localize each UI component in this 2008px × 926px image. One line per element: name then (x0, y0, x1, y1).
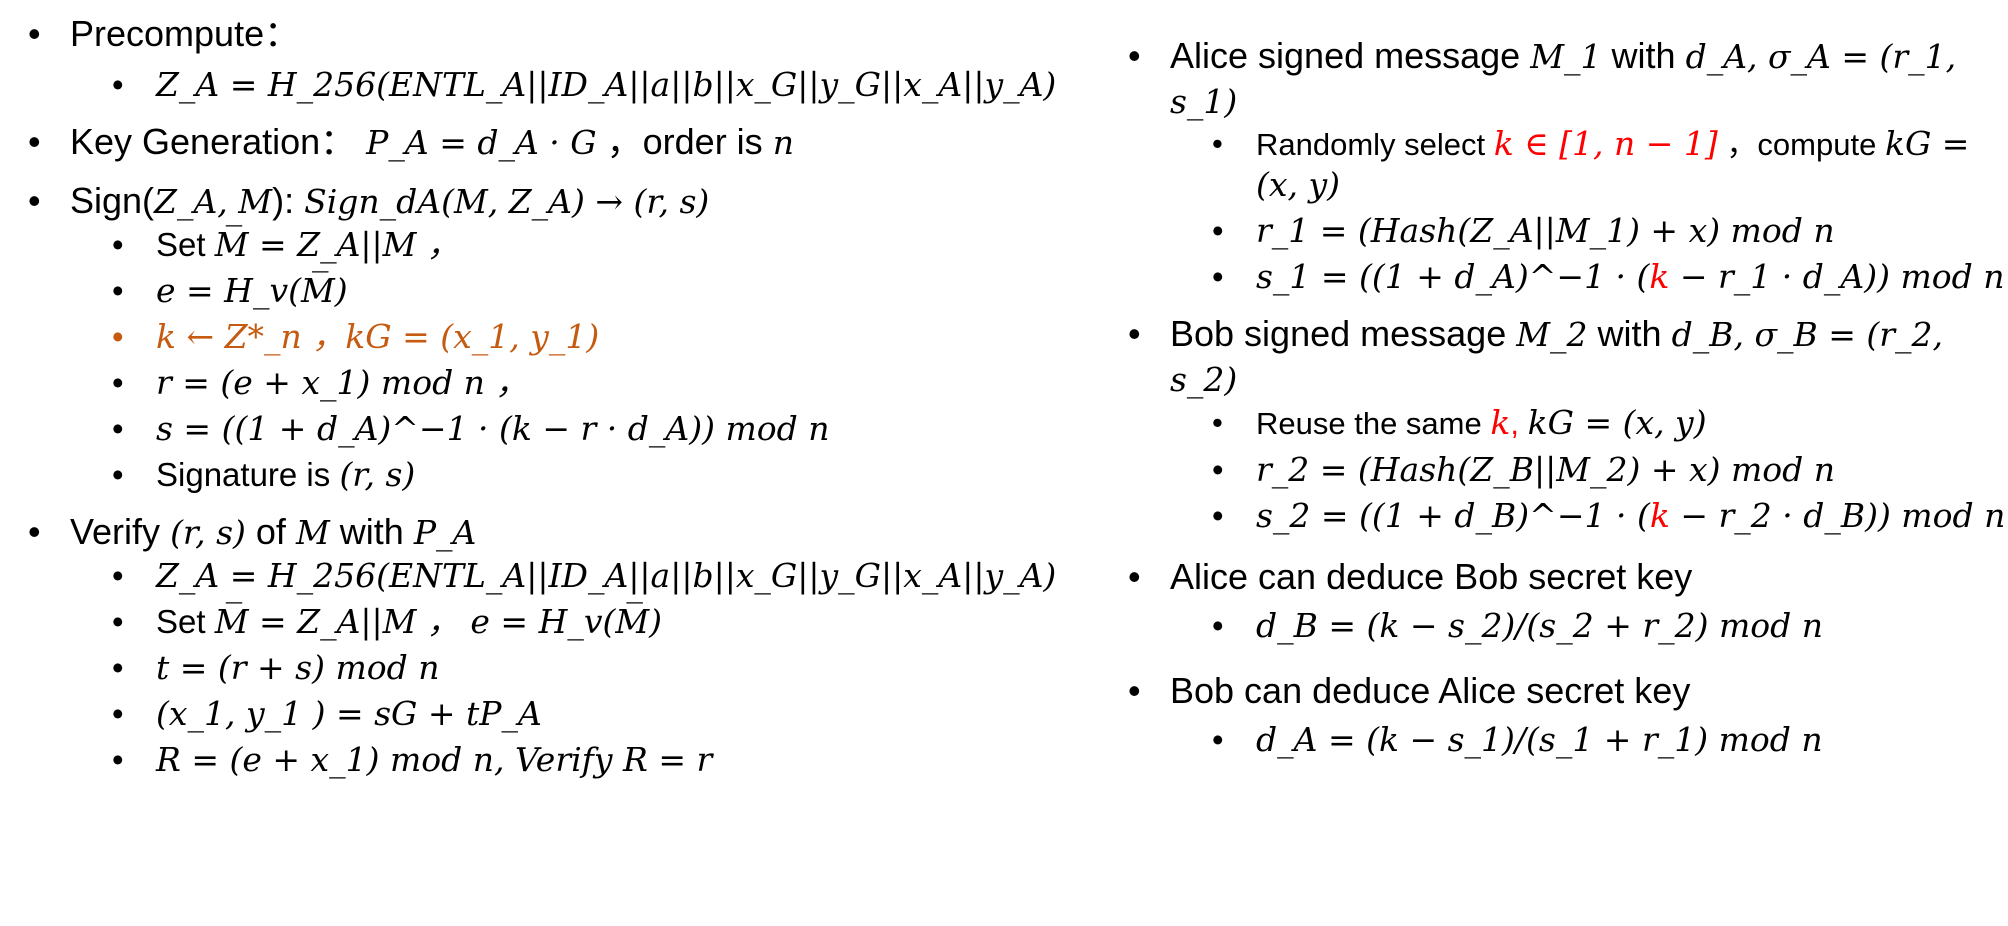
deduce-bob-label: Alice can deduce Bob secret key (1170, 556, 1693, 597)
right-column: Alice signed message M_1 with d_A, σ_A =… (1128, 0, 2008, 761)
sign-step-signature: Signature is (r, s) (112, 454, 1108, 496)
deduce-alice-formula-item: d_A = (k − s_1)/(s_1 + r_1) mod n (1212, 719, 2008, 761)
bob-step-formula: r_2 = (Hash(Z_B||M_2) + x) mod n (1256, 450, 1835, 489)
bob-step-formula: kG = (x, y) (1527, 403, 1707, 442)
sign-step-r: r = (e + x_1) mod n ， (112, 362, 1108, 404)
alice-message: M_1 (1530, 37, 1602, 76)
keygen-order-var: n (772, 123, 794, 162)
bob-step-r2: r_2 = (Hash(Z_B||M_2) + x) mod n (1212, 449, 2008, 491)
sign-formula: Sign_dA(M, Z_A) → (r, s) (304, 182, 710, 221)
bullet-precompute: Precompute： (28, 12, 1108, 56)
sign-step-formula: k ← Z*_n ，kG = (x_1, y_1) (156, 317, 600, 356)
alice-step-random-range: k ∈ [1, n − 1] (1493, 124, 1718, 163)
verify-step-r-check: R = (e + x_1) mod n, Verify R = r (112, 739, 1108, 781)
sign-step-hash: e = H_v(M̅) (112, 270, 1108, 312)
alice-step-s1: s_1 = ((1 + d_A)^−1 · (k − r_1 · d_A)) m… (1212, 256, 2008, 298)
bob-label: Bob signed message (1170, 313, 1507, 354)
alice-label: Alice signed message (1170, 35, 1521, 76)
bullet-alice-deduces: Alice can deduce Bob secret key (1128, 555, 2008, 599)
bullet-bob-signed: Bob signed message M_2 with d_B, σ_B = (… (1128, 312, 2008, 402)
verify-m: M (295, 513, 330, 552)
verify-step-formula: t = (r + s) mod n (156, 648, 440, 687)
sign-close: ): (272, 180, 295, 221)
bullet-alice-signed: Alice signed message M_1 with d_A, σ_A =… (1128, 34, 2008, 124)
za-formula: Z_A = H_256(ENTL_A||ID_A||a||b||x_G||y_G… (156, 65, 1057, 104)
verify-with: with (339, 511, 404, 552)
bullet-sign: Sign(Z_A, M): Sign_dA(M, Z_A) → (r, s) (28, 179, 1108, 224)
alice-step-text: Randomly select (1256, 127, 1486, 162)
alice-step-formula: kG = (1884, 124, 1970, 163)
bob-with: with (1597, 313, 1662, 354)
verify-step-formula: Z_A = H_256(ENTL_A||ID_A||a||b||x_G||y_G… (156, 556, 1057, 595)
left-column: Precompute： Z_A = H_256(ENTL_A||ID_A||a|… (28, 0, 1108, 781)
alice-step-k: k (1649, 257, 1670, 296)
verify-step-formula: R = (e + x_1) mod n, Verify R = r (156, 740, 713, 779)
bullet-verify: Verify (r, s) of M with P_A (28, 510, 1108, 555)
alice-step-formula: − r_1 · d_A)) mod n (1669, 257, 2005, 296)
keygen-order-text: ，order is (606, 121, 763, 162)
deduce-bob-formula-item: d_B = (k − s_2)/(s_2 + r_2) mod n (1212, 605, 2008, 647)
alice-step-formula: s_1 = ((1 + d_A)^−1 · ( (1256, 257, 1650, 296)
verify-step-prefix: Set (156, 603, 206, 640)
sign-step-formula: s = ((1 + d_A)^−1 · (k − r · d_A)) mod n (156, 409, 830, 448)
bullet-key-generation: Key Generation： P_A = d_A · G ，order is … (28, 120, 1108, 165)
sign-step-s: s = ((1 + d_A)^−1 · (k − r · d_A)) mod n (112, 408, 1108, 450)
verify-step-t: t = (r + s) mod n (112, 647, 1108, 689)
alice-step-random: Randomly select k ∈ [1, n − 1] ，compute … (1212, 124, 2008, 206)
bob-step-text: , (1510, 406, 1519, 441)
bob-step-k: k (1649, 496, 1670, 535)
verify-step-point: (x_1, y_1 ) = sG + tP_A (112, 693, 1108, 735)
alice-with: with (1611, 35, 1676, 76)
sign-step-random-k: k ← Z*_n ，kG = (x_1, y_1) (112, 316, 1108, 358)
alice-step-formula: r_1 = (Hash(Z_A||M_1) + x) mod n (1256, 211, 1835, 250)
alice-step-formula: (x, y) (1256, 165, 1340, 204)
deduce-alice-formula: d_A = (k − s_1)/(s_1 + r_1) mod n (1256, 720, 1823, 759)
alice-step-r1: r_1 = (Hash(Z_A||M_1) + x) mod n (1212, 210, 2008, 252)
keygen-label: Key Generation： (70, 121, 357, 162)
sign-label: Sign( (70, 180, 155, 221)
precompute-za-item: Z_A = H_256(ENTL_A||ID_A||a||b||x_G||y_G… (112, 64, 1108, 106)
keygen-formula: P_A = d_A · G (366, 123, 597, 162)
sign-step-formula: r = (e + x_1) mod n ， (156, 363, 529, 402)
verify-step-set: Set M̅ = Z_A||M ， e = H_v(M̅) (112, 601, 1108, 643)
bob-step-formula: s_2 = ((1 + d_B)^−1 · ( (1256, 496, 1650, 535)
sign-step-formula: e = H_v(M̅) (156, 271, 348, 310)
bob-step-text: Reuse the same (1256, 406, 1482, 441)
verify-step-formula: (x_1, y_1 ) = sG + tP_A (156, 694, 542, 733)
bullet-bob-deduces: Bob can deduce Alice secret key (1128, 669, 2008, 713)
sign-step-prefix: Set (156, 226, 206, 263)
bob-step-formula: − r_2 · d_B)) mod n (1669, 496, 2006, 535)
sign-step-prefix: Signature is (156, 456, 331, 493)
bob-step-s2: s_2 = ((1 + d_B)^−1 · (k − r_2 · d_B)) m… (1212, 495, 2008, 537)
verify-of: of (255, 511, 286, 552)
verify-step-za: Z_A = H_256(ENTL_A||ID_A||a||b||x_G||y_G… (112, 555, 1108, 597)
verify-pair: (r, s) (170, 513, 246, 552)
sign-step-set: Set M̅ = Z_A||M ， (112, 224, 1108, 266)
sign-step-formula: M̅ = Z_A||M ， (214, 225, 460, 264)
bob-message: M_2 (1516, 315, 1588, 354)
verify-pa: P_A (413, 513, 477, 552)
verify-step-formula: M̅ = Z_A||M ， e = H_v(M̅) (214, 602, 663, 641)
alice-step-text: ，compute (1726, 127, 1877, 162)
verify-label: Verify (70, 511, 161, 552)
bob-step-k: k (1490, 403, 1511, 442)
sign-step-formula: (r, s) (339, 455, 416, 494)
bob-step-reuse: Reuse the same k, kG = (x, y) (1212, 402, 2008, 445)
sign-args: Z_A, M (154, 182, 273, 221)
precompute-label: Precompute： (70, 13, 301, 54)
deduce-bob-formula: d_B = (k − s_2)/(s_2 + r_2) mod n (1256, 606, 1824, 645)
deduce-alice-label: Bob can deduce Alice secret key (1170, 670, 1691, 711)
